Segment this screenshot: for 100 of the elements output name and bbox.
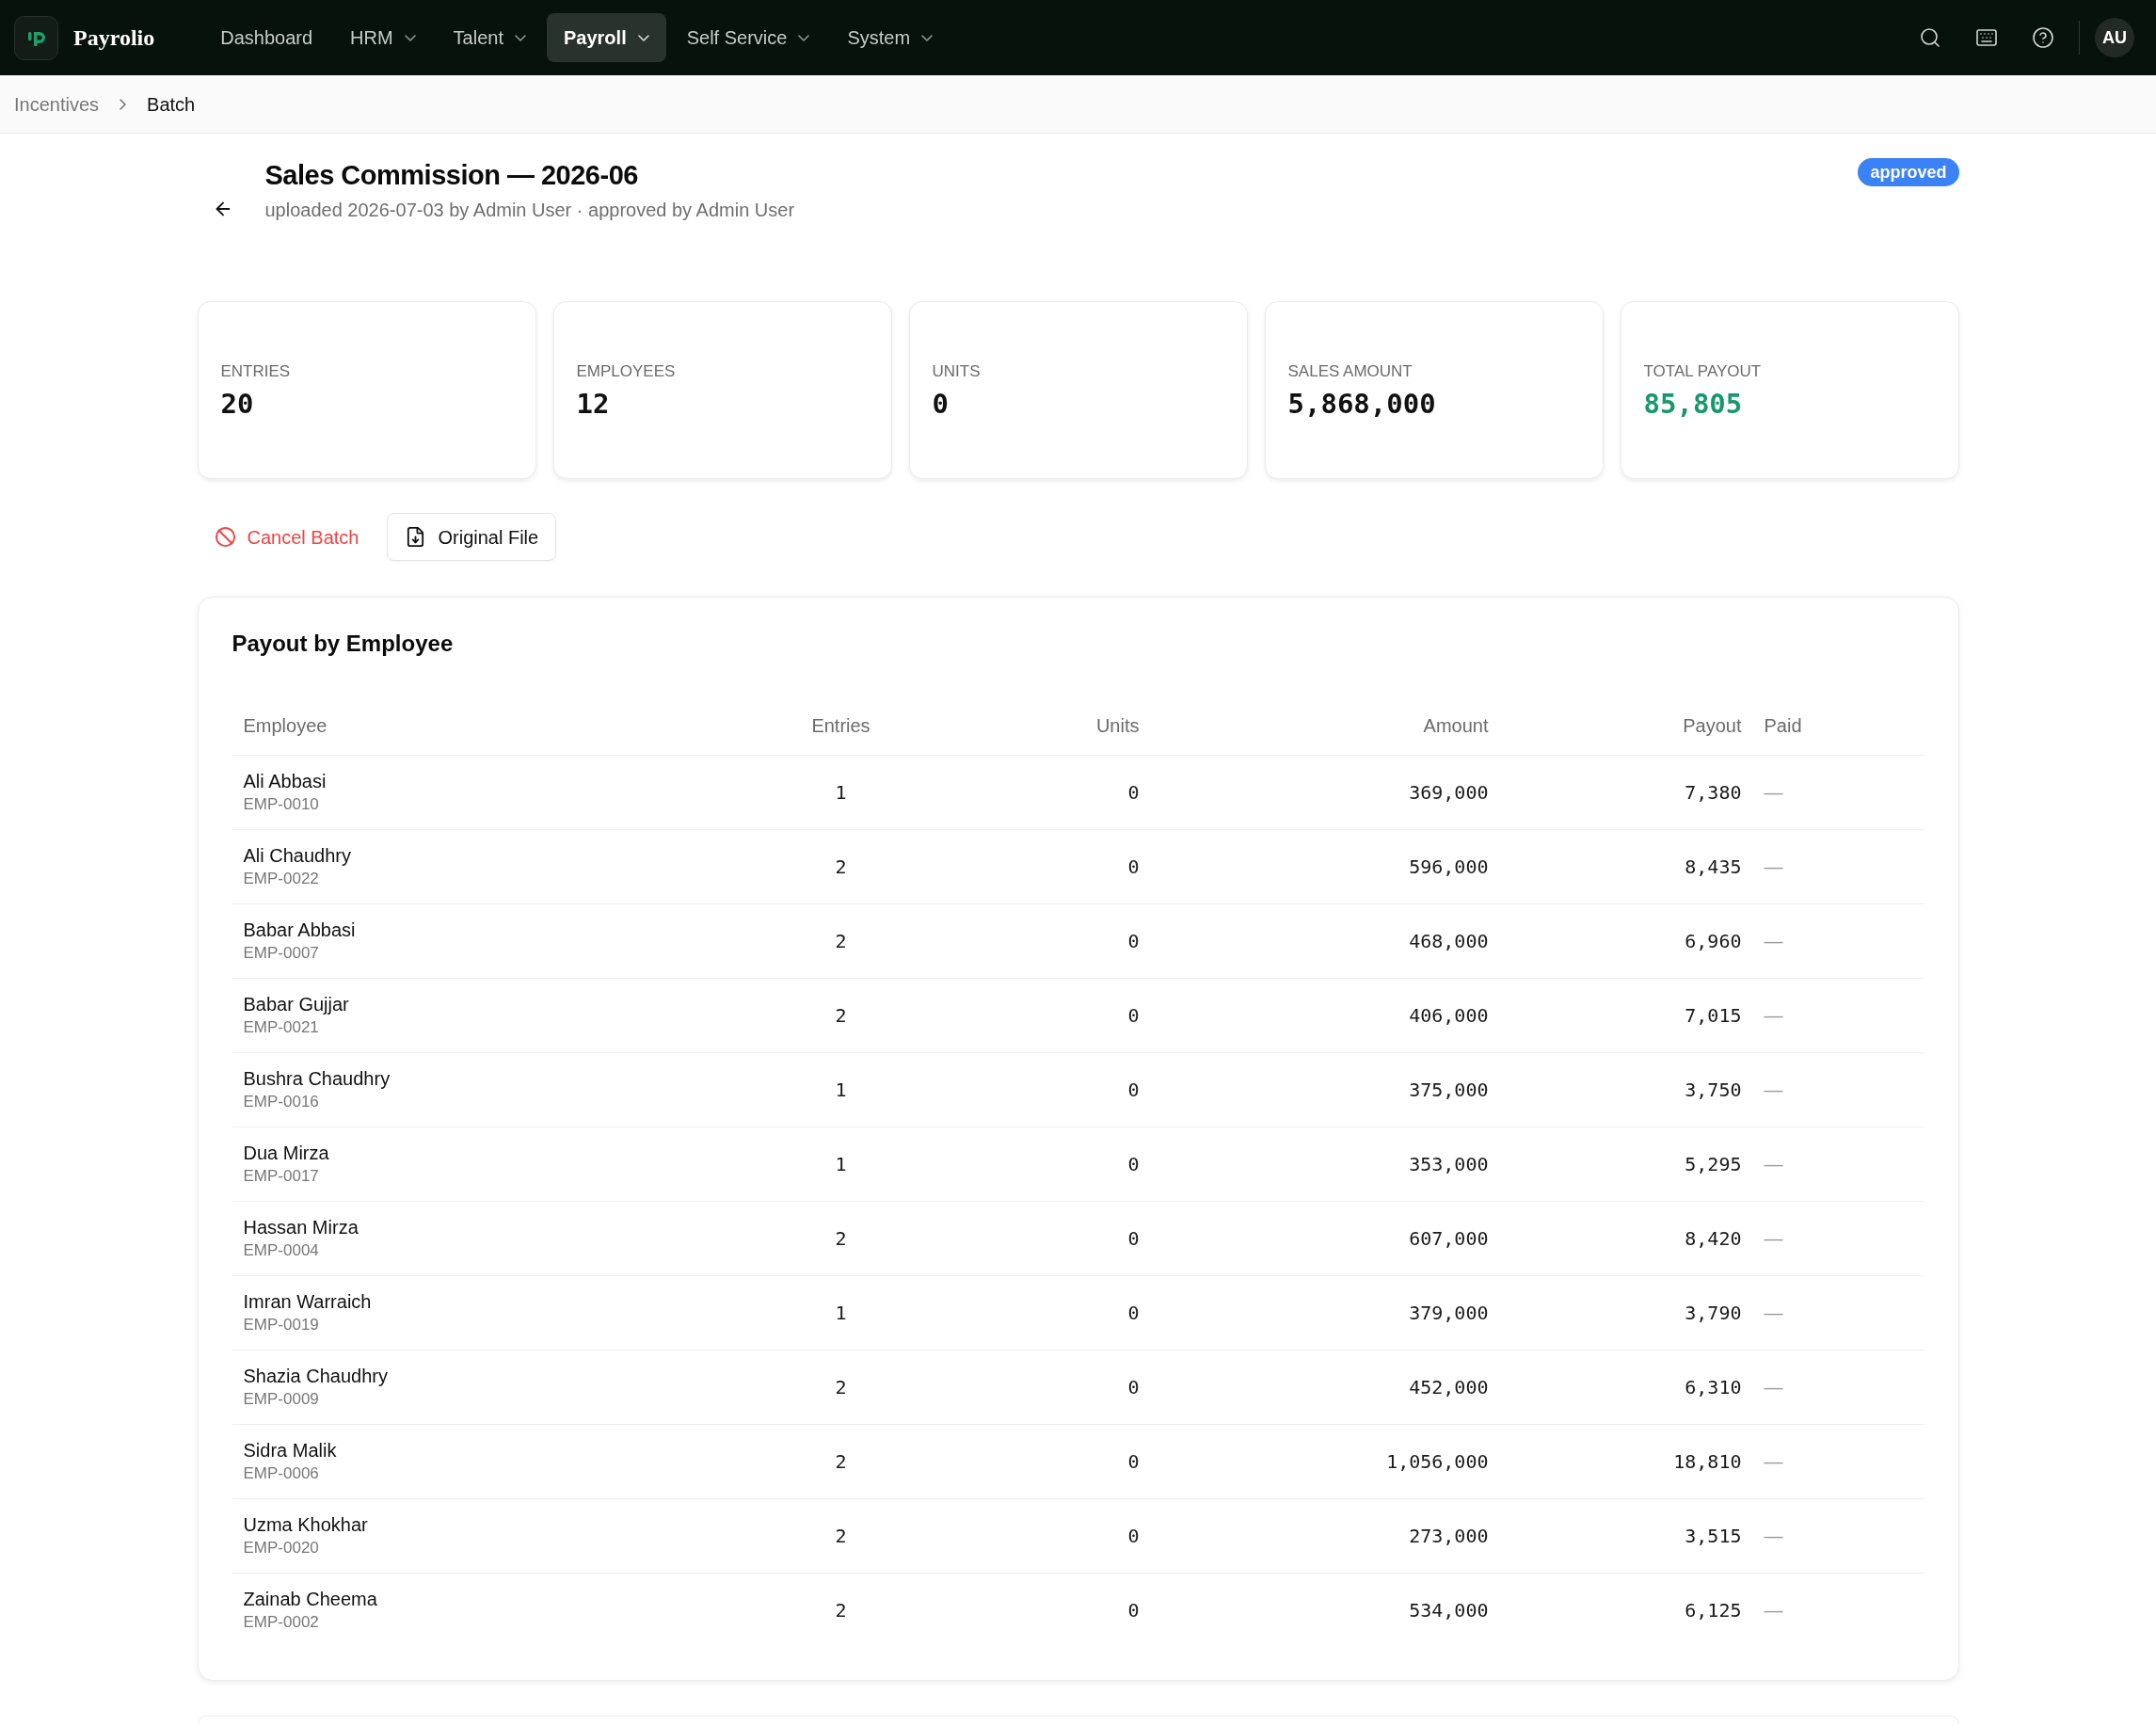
employee-name: Ali Chaudhry xyxy=(243,843,352,867)
column-header: Units xyxy=(945,696,1151,755)
section-title: Payout by Employee xyxy=(232,630,455,658)
table-cell: 2 xyxy=(736,1498,946,1573)
table-cell: 6,125 xyxy=(1499,1573,1753,1647)
table-cell: 2 xyxy=(736,829,946,903)
stat-value: 0 xyxy=(932,386,950,421)
table-cell: 2 xyxy=(736,1350,946,1424)
keyboard-icon[interactable] xyxy=(1975,26,1998,49)
table-cell: 0 xyxy=(945,755,1151,829)
table-cell: 0 xyxy=(945,978,1151,1052)
prohibited-icon xyxy=(214,526,236,548)
employee-code: EMP-0019 xyxy=(243,1314,320,1335)
stat-label: SALES AMOUNT xyxy=(1287,360,1413,382)
employee-name: Ali Abbasi xyxy=(243,769,327,792)
nav-item[interactable]: HRM xyxy=(333,13,433,62)
stat-label: UNITS xyxy=(932,360,982,382)
table-cell: — xyxy=(1752,1350,1924,1424)
nav-item[interactable]: Dashboard xyxy=(203,13,330,62)
employee-code: EMP-0009 xyxy=(243,1388,320,1410)
employee-code: EMP-0022 xyxy=(243,868,320,889)
stat-value: 12 xyxy=(576,386,611,421)
table-cell: 369,000 xyxy=(1150,755,1500,829)
table-cell: — xyxy=(1752,1127,1924,1201)
table-cell: 7,380 xyxy=(1499,755,1753,829)
employee-code: EMP-0007 xyxy=(243,942,320,964)
employee-name: Zainab Cheema xyxy=(243,1587,378,1610)
table-cell: 0 xyxy=(945,1498,1151,1573)
nav-item[interactable]: System xyxy=(830,13,950,62)
stat-value: 85,805 xyxy=(1643,386,1744,421)
table-cell: 607,000 xyxy=(1150,1201,1500,1275)
table-cell: — xyxy=(1752,1275,1924,1350)
table-cell: 6,310 xyxy=(1499,1350,1753,1424)
page-title: Sales Commission — 2026-06 xyxy=(264,159,639,192)
table-cell: — xyxy=(1752,903,1924,978)
table-cell: 8,435 xyxy=(1499,829,1753,903)
table-cell: 379,000 xyxy=(1150,1275,1500,1350)
table-cell: 6,960 xyxy=(1499,903,1753,978)
column-header: Amount xyxy=(1150,696,1500,755)
original-file-button[interactable]: Original File xyxy=(387,513,557,561)
table-cell: 0 xyxy=(945,1424,1151,1498)
employee-name: Shazia Chaudhry xyxy=(243,1364,389,1387)
table-cell: 596,000 xyxy=(1150,829,1500,903)
employee-code: EMP-0016 xyxy=(243,1091,320,1112)
table-cell: 1 xyxy=(736,1052,946,1127)
table-cell: 468,000 xyxy=(1150,903,1500,978)
table-cell: 1 xyxy=(736,1275,946,1350)
table-cell: 534,000 xyxy=(1150,1573,1500,1647)
nav-item[interactable]: Talent xyxy=(436,13,543,62)
employee-code: EMP-0021 xyxy=(243,1016,320,1038)
nav-item[interactable]: Payroll xyxy=(547,13,666,62)
employee-name: Imran Warraich xyxy=(243,1289,373,1313)
breadcrumb-link[interactable]: Incentives xyxy=(14,89,100,119)
employee-code: EMP-0020 xyxy=(243,1537,320,1558)
table-cell: 8,420 xyxy=(1499,1201,1753,1275)
stat-value: 20 xyxy=(220,386,255,421)
employee-name: Hassan Mirza xyxy=(243,1215,359,1239)
employee-name: Uzma Khokhar xyxy=(243,1512,369,1536)
employee-code: EMP-0002 xyxy=(243,1611,320,1633)
nav-item[interactable]: Self Service xyxy=(669,13,827,62)
table-cell: 3,790 xyxy=(1499,1275,1753,1350)
table-cell: 0 xyxy=(945,1275,1151,1350)
employee-code: EMP-0006 xyxy=(243,1462,320,1484)
stat-label: TOTAL PAYOUT xyxy=(1643,360,1763,382)
column-header: Entries xyxy=(736,696,946,755)
employee-name: Babar Abbasi xyxy=(243,918,357,941)
help-icon[interactable] xyxy=(2032,26,2054,49)
table-cell: 2 xyxy=(736,1573,946,1647)
table-cell: 1,056,000 xyxy=(1150,1424,1500,1498)
table-cell: — xyxy=(1752,1498,1924,1573)
table-cell: — xyxy=(1752,829,1924,903)
cancel-batch-button[interactable]: Cancel Batch xyxy=(197,513,376,561)
search-icon[interactable] xyxy=(1919,26,1941,49)
table-cell: 0 xyxy=(945,1052,1151,1127)
table-cell: 452,000 xyxy=(1150,1350,1500,1424)
chevron-right-icon xyxy=(120,98,127,110)
column-header: Paid xyxy=(1752,696,1924,755)
column-header: Employee xyxy=(232,696,737,755)
employee-name: Dua Mirza xyxy=(243,1141,330,1164)
employee-name: Babar Gujjar xyxy=(243,992,350,1015)
employee-code: EMP-0017 xyxy=(243,1165,320,1187)
table-cell: 2 xyxy=(736,978,946,1052)
brand-name: Payrolio xyxy=(73,24,155,52)
table-cell: 0 xyxy=(945,1573,1151,1647)
page-subtitle: uploaded 2026-07-03 by Admin User · approved by Admin User xyxy=(264,199,795,222)
table-cell: 273,000 xyxy=(1150,1498,1500,1573)
user-avatar[interactable]: AU xyxy=(2095,18,2134,57)
column-header: Payout xyxy=(1499,696,1753,755)
table-cell: 18,810 xyxy=(1499,1424,1753,1498)
table-cell: 0 xyxy=(945,829,1151,903)
logo-icon xyxy=(14,15,58,60)
table-cell: 353,000 xyxy=(1150,1127,1500,1201)
table-cell: 0 xyxy=(945,1201,1151,1275)
table-cell: 3,515 xyxy=(1499,1498,1753,1573)
employee-name: Bushra Chaudhry xyxy=(243,1066,391,1090)
table-cell: 3,750 xyxy=(1499,1052,1753,1127)
employee-code: EMP-0004 xyxy=(243,1239,320,1261)
table-cell: 7,015 xyxy=(1499,978,1753,1052)
table-cell: 2 xyxy=(736,903,946,978)
table-cell: 1 xyxy=(736,1127,946,1201)
